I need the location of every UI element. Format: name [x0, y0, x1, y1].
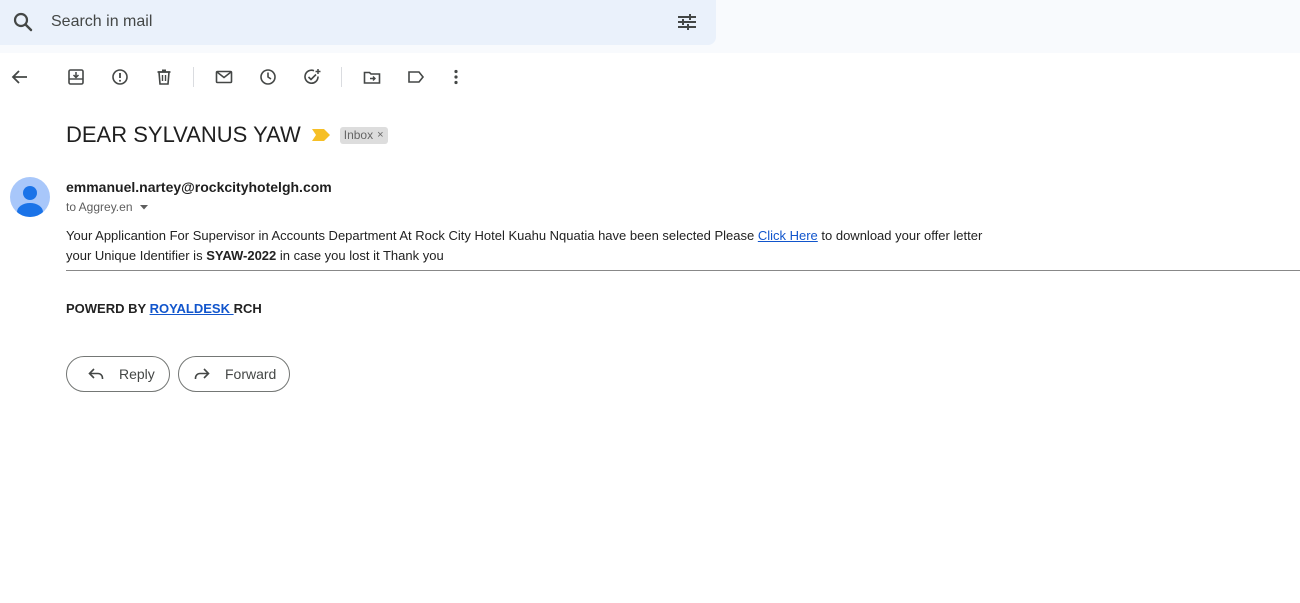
mark-unread-icon[interactable]	[214, 67, 234, 87]
inbox-label-chip[interactable]: Inbox ×	[339, 126, 388, 144]
more-icon[interactable]	[446, 67, 466, 87]
remove-label-icon[interactable]: ×	[377, 129, 383, 141]
search-input[interactable]	[51, 11, 651, 33]
click-here-link[interactable]: Click Here	[758, 228, 818, 243]
show-details-icon[interactable]	[139, 202, 149, 212]
reply-button[interactable]: Reply	[66, 356, 170, 392]
delete-icon[interactable]	[154, 67, 174, 87]
recipient-line: to Aggrey.en	[66, 200, 149, 214]
recipient-text: to Aggrey.en	[66, 200, 133, 214]
subject-row: DEAR SYLVANUS YAW Inbox ×	[66, 122, 388, 148]
body-text-3: your Unique Identifier is	[66, 248, 207, 263]
avatar[interactable]	[10, 177, 50, 217]
powered-prefix: POWERD BY	[66, 301, 150, 316]
search-options-icon[interactable]	[675, 10, 699, 34]
email-subject: DEAR SYLVANUS YAW	[66, 122, 301, 147]
body-text-2: to download your offer letter	[817, 228, 983, 243]
report-spam-icon[interactable]	[110, 67, 130, 87]
search-bar[interactable]	[0, 0, 716, 45]
body-text-4: in case you lost it Thank you	[276, 248, 444, 263]
search-icon[interactable]	[11, 10, 35, 34]
unique-identifier: SYAW-2022	[206, 248, 277, 263]
back-icon[interactable]	[10, 67, 30, 87]
forward-button[interactable]: Forward	[178, 356, 290, 392]
importance-marker-icon[interactable]	[311, 129, 330, 141]
powered-suffix: RCH	[233, 301, 262, 316]
label-icon[interactable]	[406, 67, 426, 87]
label-chip-text: Inbox	[343, 128, 374, 142]
body-divider	[66, 270, 1300, 271]
person-icon	[17, 186, 43, 217]
reply-label: Reply	[119, 366, 155, 382]
forward-icon	[194, 368, 210, 379]
archive-icon[interactable]	[66, 67, 86, 87]
toolbar-divider	[193, 67, 194, 87]
reply-icon	[88, 368, 104, 379]
sender-email[interactable]: emmanuel.nartey@rockcityhotelgh.com	[66, 179, 332, 195]
royaldesk-link[interactable]: ROYALDESK	[150, 301, 234, 316]
message-toolbar	[0, 53, 1300, 101]
top-bar	[0, 0, 1300, 53]
move-to-icon[interactable]	[362, 67, 382, 87]
forward-label: Forward	[225, 366, 277, 382]
email-body: Your Applicantion For Supervisor in Acco…	[66, 226, 1066, 266]
powered-by-line: POWERD BY ROYALDESK RCH	[66, 301, 262, 316]
snooze-icon[interactable]	[258, 67, 278, 87]
body-text-1: Your Applicantion For Supervisor in Acco…	[66, 228, 758, 243]
add-task-icon[interactable]	[302, 67, 322, 87]
toolbar-divider	[341, 67, 342, 87]
